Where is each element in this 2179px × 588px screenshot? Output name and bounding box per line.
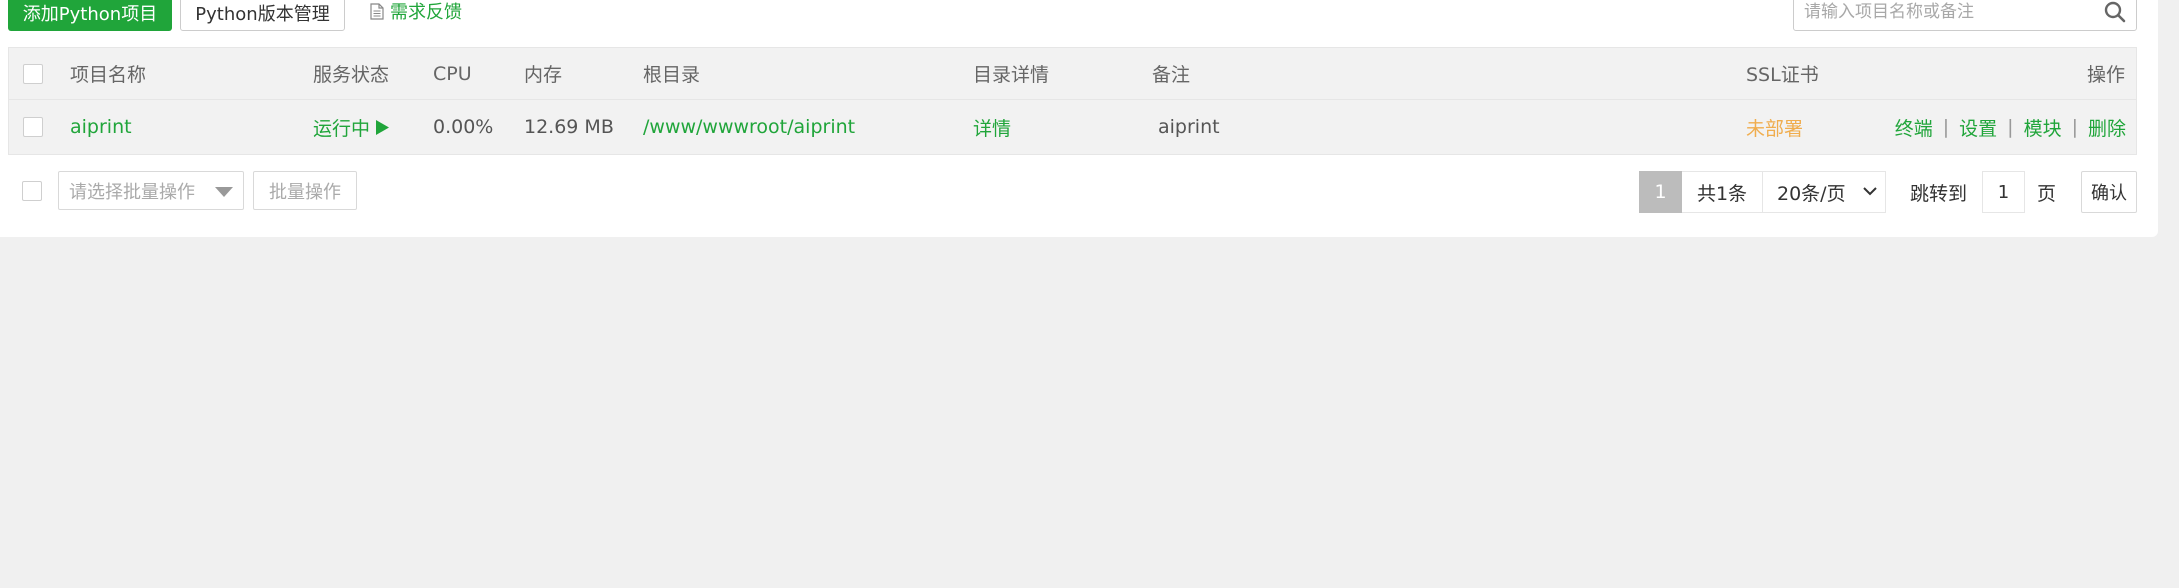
caret-down-icon xyxy=(215,187,233,197)
search-box xyxy=(1793,0,2137,31)
batch-operation-select[interactable]: 请选择批量操作 xyxy=(58,171,244,210)
page-unit-label: 页 xyxy=(2037,182,2057,205)
header-actions: 操作 xyxy=(2086,64,2125,86)
ssl-status-link[interactable]: 未部署 xyxy=(1746,100,1803,154)
batch-select-all-cell xyxy=(22,181,42,201)
project-table: 项目名称 服务状态 CPU 内存 根目录 目录详情 备注 SSL证书 操作 ai… xyxy=(8,47,2137,155)
select-all-checkbox[interactable] xyxy=(23,63,43,84)
header-dir-detail: 目录详情 xyxy=(973,64,1050,86)
jump-label: 跳转到 xyxy=(1910,182,1968,205)
page-total: 共1条 xyxy=(1682,171,1763,213)
terminal-link[interactable]: 终端 xyxy=(1895,114,1933,141)
page-size-value: 20条/页 xyxy=(1777,182,1846,205)
table-header: 项目名称 服务状态 CPU 内存 根目录 目录详情 备注 SSL证书 操作 xyxy=(9,48,2136,100)
play-icon xyxy=(376,119,390,135)
feedback-label: 需求反馈 xyxy=(390,2,462,23)
table-row: aiprint 运行中 0.00% 12.69 MB /www/wwwroot/… xyxy=(9,100,2136,154)
header-remark: 备注 xyxy=(1152,64,1191,86)
page-current[interactable]: 1 xyxy=(1639,171,1682,213)
modules-link[interactable]: 模块 xyxy=(2024,114,2062,141)
header-ssl: SSL证书 xyxy=(1746,64,1819,86)
batch-select-placeholder: 请选择批量操作 xyxy=(69,181,195,203)
chevron-down-icon xyxy=(1863,187,1877,196)
status-label: 运行中 xyxy=(313,117,371,140)
dir-detail-link[interactable]: 详情 xyxy=(973,100,1011,154)
add-python-project-button[interactable]: 添加Python项目 xyxy=(8,0,172,31)
row-actions: 终端 | 设置 | 模块 | 删除 xyxy=(1895,100,2126,154)
action-separator: | xyxy=(1942,116,1950,138)
root-path-link[interactable]: /www/wwwroot/aiprint xyxy=(643,100,855,154)
python-version-manage-button[interactable]: Python版本管理 xyxy=(180,0,345,31)
pagination: 1 共1条 20条/页 xyxy=(1639,171,1886,213)
settings-link[interactable]: 设置 xyxy=(1959,114,1997,141)
header-name[interactable]: 项目名称 xyxy=(70,48,146,99)
content-panel: 添加Python项目 Python版本管理 需求反馈 项目名称 服务状态 CPU… xyxy=(0,0,2158,237)
status-running[interactable]: 运行中 xyxy=(313,100,390,154)
header-memory[interactable]: 内存 xyxy=(524,48,562,99)
delete-link[interactable]: 删除 xyxy=(2088,114,2126,141)
row-checkbox[interactable] xyxy=(23,117,43,137)
jump-page-input[interactable] xyxy=(1982,171,2025,213)
search-input[interactable] xyxy=(1804,0,2084,28)
select-all-cell xyxy=(23,48,43,99)
header-root: 根目录 xyxy=(643,64,701,86)
batch-operation-button[interactable]: 批量操作 xyxy=(253,171,357,210)
jump-confirm-button[interactable]: 确认 xyxy=(2081,171,2137,213)
project-name-link[interactable]: aiprint xyxy=(70,100,132,154)
remark-value[interactable]: aiprint xyxy=(1158,100,1220,154)
feedback-link[interactable]: 需求反馈 xyxy=(370,0,462,26)
document-icon xyxy=(370,2,384,20)
row-select-cell xyxy=(23,100,43,154)
batch-select-all-checkbox[interactable] xyxy=(22,181,42,201)
page-size-select[interactable]: 20条/页 xyxy=(1763,171,1886,213)
action-separator: | xyxy=(2071,116,2078,138)
action-separator: | xyxy=(2007,116,2014,138)
cpu-value: 0.00% xyxy=(433,116,494,138)
search-icon[interactable] xyxy=(2102,0,2128,25)
header-cpu[interactable]: CPU xyxy=(433,48,472,99)
memory-value: 12.69 MB xyxy=(524,116,614,138)
header-status: 服务状态 xyxy=(313,64,390,86)
